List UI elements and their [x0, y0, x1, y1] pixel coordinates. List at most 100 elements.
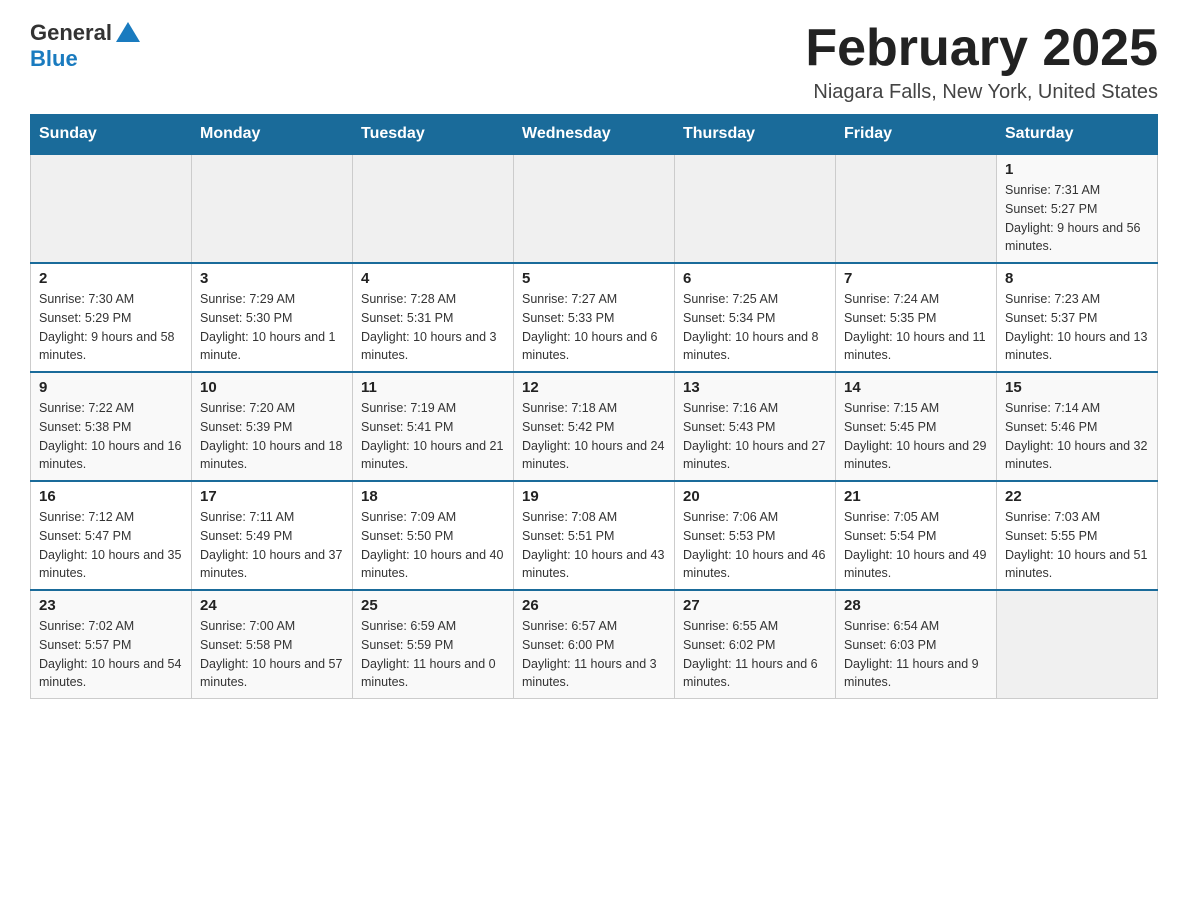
- calendar-cell: [353, 154, 514, 263]
- day-number: 17: [200, 488, 344, 505]
- calendar-week-row: 16 Sunrise: 7:12 AMSunset: 5:47 PMDayligh…: [31, 481, 1158, 590]
- calendar-cell: [675, 154, 836, 263]
- calendar-cell: 27 Sunrise: 6:55 AMSunset: 6:02 PMDayligh…: [675, 590, 836, 699]
- day-number: 10: [200, 379, 344, 396]
- calendar-cell: 24 Sunrise: 7:00 AMSunset: 5:58 PMDayligh…: [192, 590, 353, 699]
- calendar-week-row: 9 Sunrise: 7:22 AMSunset: 5:38 PMDaylight…: [31, 372, 1158, 481]
- calendar-week-row: 2 Sunrise: 7:30 AMSunset: 5:29 PMDaylight…: [31, 263, 1158, 372]
- day-number: 22: [1005, 488, 1149, 505]
- day-sun-info: Sunrise: 7:15 AMSunset: 5:45 PMDaylight:…: [844, 399, 988, 474]
- day-number: 28: [844, 597, 988, 614]
- day-sun-info: Sunrise: 7:02 AMSunset: 5:57 PMDaylight:…: [39, 617, 183, 692]
- calendar-header-friday: Friday: [836, 115, 997, 155]
- day-number: 12: [522, 379, 666, 396]
- day-number: 25: [361, 597, 505, 614]
- calendar-cell: 17 Sunrise: 7:11 AMSunset: 5:49 PMDayligh…: [192, 481, 353, 590]
- day-sun-info: Sunrise: 7:11 AMSunset: 5:49 PMDaylight:…: [200, 508, 344, 583]
- day-number: 14: [844, 379, 988, 396]
- day-sun-info: Sunrise: 7:00 AMSunset: 5:58 PMDaylight:…: [200, 617, 344, 692]
- day-number: 20: [683, 488, 827, 505]
- day-number: 16: [39, 488, 183, 505]
- calendar-cell: 8 Sunrise: 7:23 AMSunset: 5:37 PMDaylight…: [997, 263, 1158, 372]
- logo-triangle-icon: [116, 22, 140, 42]
- day-sun-info: Sunrise: 7:22 AMSunset: 5:38 PMDaylight:…: [39, 399, 183, 474]
- day-sun-info: Sunrise: 7:03 AMSunset: 5:55 PMDaylight:…: [1005, 508, 1149, 583]
- day-sun-info: Sunrise: 7:05 AMSunset: 5:54 PMDaylight:…: [844, 508, 988, 583]
- day-number: 7: [844, 270, 988, 287]
- day-number: 3: [200, 270, 344, 287]
- calendar-cell: 2 Sunrise: 7:30 AMSunset: 5:29 PMDaylight…: [31, 263, 192, 372]
- day-sun-info: Sunrise: 7:31 AMSunset: 5:27 PMDaylight:…: [1005, 181, 1149, 256]
- day-sun-info: Sunrise: 6:57 AMSunset: 6:00 PMDaylight:…: [522, 617, 666, 692]
- calendar-week-row: 1 Sunrise: 7:31 AMSunset: 5:27 PMDaylight…: [31, 154, 1158, 263]
- month-title: February 2025: [805, 20, 1158, 77]
- day-number: 11: [361, 379, 505, 396]
- calendar-cell: 10Sunrise: 7:20 AMSunset: 5:39 PMDayligh…: [192, 372, 353, 481]
- day-sun-info: Sunrise: 7:28 AMSunset: 5:31 PMDaylight:…: [361, 290, 505, 365]
- calendar-header-thursday: Thursday: [675, 115, 836, 155]
- logo: General Blue: [30, 20, 140, 72]
- title-section: February 2025 Niagara Falls, New York, U…: [805, 20, 1158, 104]
- calendar-header-wednesday: Wednesday: [514, 115, 675, 155]
- day-sun-info: Sunrise: 7:24 AMSunset: 5:35 PMDaylight:…: [844, 290, 988, 365]
- day-number: 18: [361, 488, 505, 505]
- calendar-cell: 11 Sunrise: 7:19 AMSunset: 5:41 PMDayligh…: [353, 372, 514, 481]
- calendar-header-monday: Monday: [192, 115, 353, 155]
- calendar-week-row: 23 Sunrise: 7:02 AMSunset: 5:57 PMDayligh…: [31, 590, 1158, 699]
- day-number: 26: [522, 597, 666, 614]
- calendar-header-row: SundayMondayTuesdayWednesdayThursdayFrid…: [31, 115, 1158, 155]
- calendar-cell: 28 Sunrise: 6:54 AMSunset: 6:03 PMDayligh…: [836, 590, 997, 699]
- day-number: 24: [200, 597, 344, 614]
- calendar-cell: [836, 154, 997, 263]
- calendar-cell: [192, 154, 353, 263]
- day-sun-info: Sunrise: 7:25 AMSunset: 5:34 PMDaylight:…: [683, 290, 827, 365]
- page-header: General Blue February 2025 Niagara Falls…: [30, 20, 1158, 104]
- logo-general-text: General: [30, 20, 112, 46]
- day-number: 6: [683, 270, 827, 287]
- day-sun-info: Sunrise: 7:30 AMSunset: 5:29 PMDaylight:…: [39, 290, 183, 365]
- day-number: 27: [683, 597, 827, 614]
- day-sun-info: Sunrise: 6:59 AMSunset: 5:59 PMDaylight:…: [361, 617, 505, 692]
- day-sun-info: Sunrise: 7:14 AMSunset: 5:46 PMDaylight:…: [1005, 399, 1149, 474]
- day-sun-info: Sunrise: 7:09 AMSunset: 5:50 PMDaylight:…: [361, 508, 505, 583]
- calendar-cell: 9 Sunrise: 7:22 AMSunset: 5:38 PMDaylight…: [31, 372, 192, 481]
- calendar-cell: [31, 154, 192, 263]
- calendar-header-tuesday: Tuesday: [353, 115, 514, 155]
- calendar-cell: 22 Sunrise: 7:03 AMSunset: 5:55 PMDayligh…: [997, 481, 1158, 590]
- calendar-cell: 13Sunrise: 7:16 AMSunset: 5:43 PMDayligh…: [675, 372, 836, 481]
- location-text: Niagara Falls, New York, United States: [805, 81, 1158, 104]
- day-number: 9: [39, 379, 183, 396]
- day-sun-info: Sunrise: 7:06 AMSunset: 5:53 PMDaylight:…: [683, 508, 827, 583]
- calendar-cell: 23 Sunrise: 7:02 AMSunset: 5:57 PMDayligh…: [31, 590, 192, 699]
- calendar-cell: 15Sunrise: 7:14 AMSunset: 5:46 PMDayligh…: [997, 372, 1158, 481]
- day-number: 19: [522, 488, 666, 505]
- day-sun-info: Sunrise: 7:27 AMSunset: 5:33 PMDaylight:…: [522, 290, 666, 365]
- calendar-table: SundayMondayTuesdayWednesdayThursdayFrid…: [30, 114, 1158, 699]
- calendar-cell: 21 Sunrise: 7:05 AMSunset: 5:54 PMDayligh…: [836, 481, 997, 590]
- day-number: 13: [683, 379, 827, 396]
- day-sun-info: Sunrise: 7:19 AMSunset: 5:41 PMDaylight:…: [361, 399, 505, 474]
- day-number: 23: [39, 597, 183, 614]
- calendar-header-saturday: Saturday: [997, 115, 1158, 155]
- day-sun-info: Sunrise: 7:23 AMSunset: 5:37 PMDaylight:…: [1005, 290, 1149, 365]
- calendar-cell: 1 Sunrise: 7:31 AMSunset: 5:27 PMDaylight…: [997, 154, 1158, 263]
- calendar-cell: 5 Sunrise: 7:27 AMSunset: 5:33 PMDaylight…: [514, 263, 675, 372]
- calendar-cell: [997, 590, 1158, 699]
- day-number: 2: [39, 270, 183, 287]
- day-sun-info: Sunrise: 6:54 AMSunset: 6:03 PMDaylight:…: [844, 617, 988, 692]
- day-number: 5: [522, 270, 666, 287]
- calendar-cell: 12Sunrise: 7:18 AMSunset: 5:42 PMDayligh…: [514, 372, 675, 481]
- day-number: 21: [844, 488, 988, 505]
- calendar-cell: 3 Sunrise: 7:29 AMSunset: 5:30 PMDaylight…: [192, 263, 353, 372]
- calendar-cell: 7 Sunrise: 7:24 AMSunset: 5:35 PMDaylight…: [836, 263, 997, 372]
- calendar-cell: 19Sunrise: 7:08 AMSunset: 5:51 PMDayligh…: [514, 481, 675, 590]
- calendar-cell: 16 Sunrise: 7:12 AMSunset: 5:47 PMDayligh…: [31, 481, 192, 590]
- day-sun-info: Sunrise: 7:12 AMSunset: 5:47 PMDaylight:…: [39, 508, 183, 583]
- logo-blue-text: Blue: [30, 46, 78, 72]
- day-sun-info: Sunrise: 6:55 AMSunset: 6:02 PMDaylight:…: [683, 617, 827, 692]
- day-number: 8: [1005, 270, 1149, 287]
- calendar-cell: 6 Sunrise: 7:25 AMSunset: 5:34 PMDaylight…: [675, 263, 836, 372]
- day-sun-info: Sunrise: 7:29 AMSunset: 5:30 PMDaylight:…: [200, 290, 344, 365]
- day-number: 1: [1005, 161, 1149, 178]
- calendar-cell: 20 Sunrise: 7:06 AMSunset: 5:53 PMDayligh…: [675, 481, 836, 590]
